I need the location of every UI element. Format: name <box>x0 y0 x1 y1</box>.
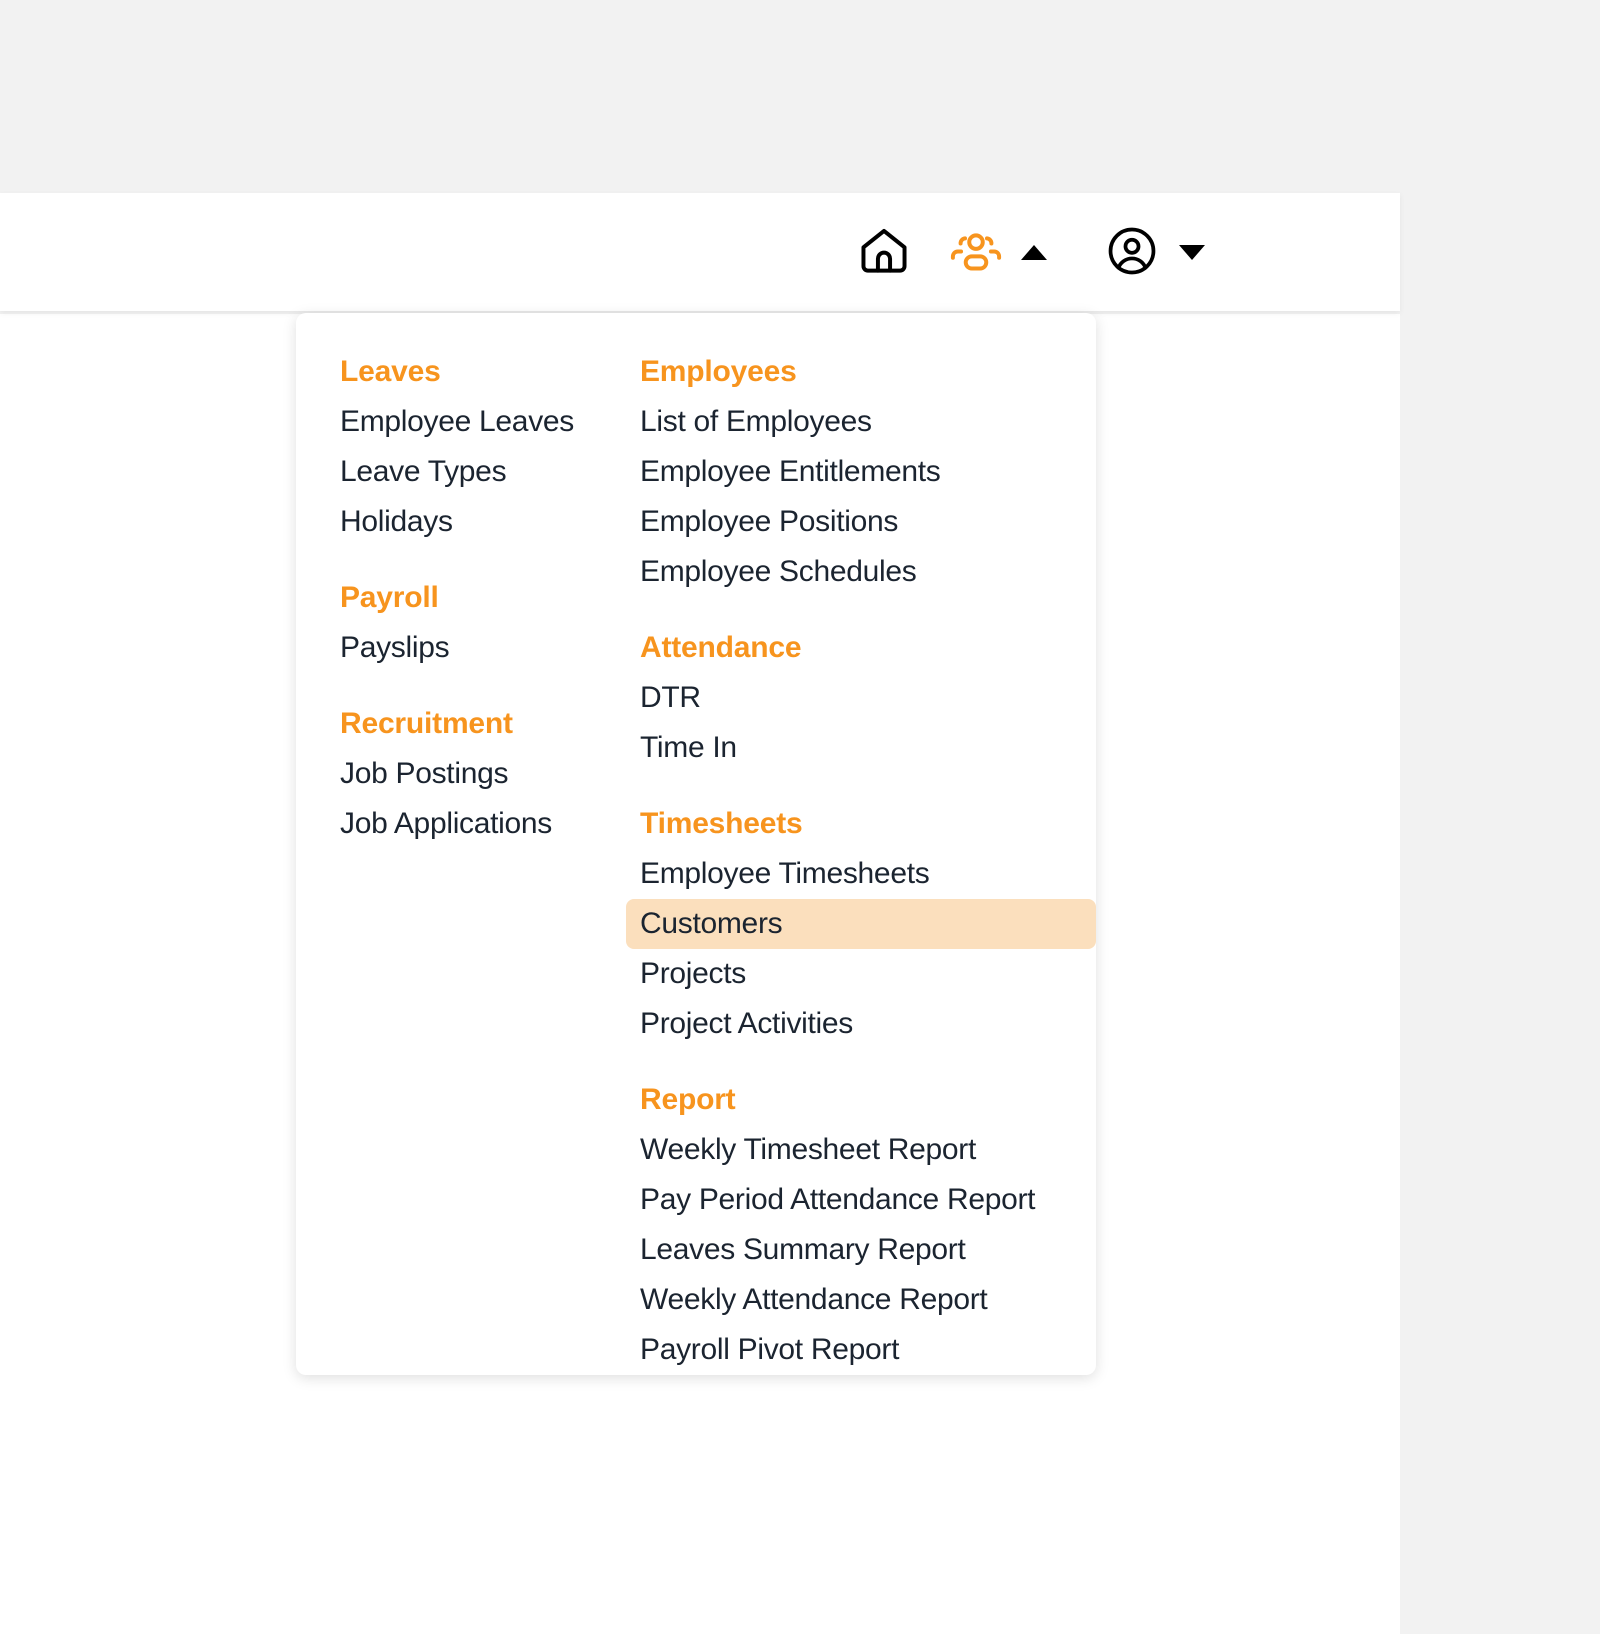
menu-group-timesheets: Timesheets Employee Timesheets Customers Pr… <box>626 803 1096 1049</box>
menu-group-attendance: Attendance DTR Time In <box>640 627 1096 773</box>
account-menu-toggle[interactable] <box>1172 218 1212 286</box>
menu-item-dtr[interactable]: DTR <box>626 673 1096 723</box>
home-button[interactable] <box>850 218 918 286</box>
menu-group-report: Report Weekly Timesheet Report Pay Period … <box>640 1079 1096 1375</box>
menu-group-title: Recruitment <box>340 707 513 740</box>
people-menu-toggle[interactable] <box>1014 218 1054 286</box>
menu-item-employee-entitlements[interactable]: Employee Entitlements <box>626 447 1096 497</box>
menu-item-holidays[interactable]: Holidays <box>326 497 596 547</box>
top-navigation-bar <box>0 193 1400 311</box>
menu-item-employee-leaves[interactable]: Employee Leaves <box>326 397 596 447</box>
menu-item-payslips[interactable]: Payslips <box>326 623 596 673</box>
menu-item-employee-schedules[interactable]: Employee Schedules <box>626 547 1096 597</box>
menu-item-list-of-employees[interactable]: List of Employees <box>626 397 1096 447</box>
menu-item-employee-positions[interactable]: Employee Positions <box>626 497 1096 547</box>
people-icon <box>948 223 1004 282</box>
account-circle-icon <box>1104 223 1160 282</box>
caret-up-icon <box>1021 244 1047 260</box>
menu-item-time-in[interactable]: Time In <box>626 723 1096 773</box>
menu-group-title: Employees <box>640 355 797 388</box>
menu-group-title: Attendance <box>640 631 802 664</box>
hr-mega-menu-panel: Leaves Employee Leaves Leave Types Holidays… <box>296 313 1096 1375</box>
menu-item-weekly-timesheet-report[interactable]: Weekly Timesheet Report <box>626 1125 1096 1175</box>
menu-group-title: Leaves <box>340 355 441 388</box>
topbar-action-group <box>850 193 1212 311</box>
menu-item-leave-types[interactable]: Leave Types <box>326 447 596 497</box>
menu-group-title: Timesheets <box>640 807 803 840</box>
mega-menu-column-right: Employees List of Employees Employee Entit… <box>596 313 1096 1375</box>
menu-item-leaves-summary-report[interactable]: Leaves Summary Report <box>626 1225 1096 1275</box>
menu-item-job-postings[interactable]: Job Postings <box>326 749 596 799</box>
menu-item-job-applications[interactable]: Job Applications <box>326 799 596 849</box>
menu-group-recruitment: Recruitment Job Postings Job Applications <box>340 703 596 849</box>
mega-menu-column-left: Leaves Employee Leaves Leave Types Holidays… <box>296 313 596 1375</box>
menu-item-project-activities[interactable]: Project Activities <box>626 999 1096 1049</box>
menu-group-title: Report <box>640 1083 736 1116</box>
mega-menu-columns: Leaves Employee Leaves Leave Types Holidays… <box>296 313 1096 1375</box>
menu-item-customers[interactable]: Customers <box>626 899 1096 949</box>
people-module-button[interactable] <box>942 218 1010 286</box>
menu-group-payroll: Payroll Payslips <box>340 577 596 673</box>
caret-down-icon <box>1179 244 1205 260</box>
menu-group-leaves: Leaves Employee Leaves Leave Types Holidays <box>340 351 596 547</box>
menu-item-pay-period-attendance-report[interactable]: Pay Period Attendance Report <box>626 1175 1096 1225</box>
home-icon <box>856 223 912 282</box>
menu-group-employees: Employees List of Employees Employee Entit… <box>640 351 1096 597</box>
menu-group-title: Payroll <box>340 581 439 614</box>
menu-item-employee-timesheets[interactable]: Employee Timesheets <box>626 849 1096 899</box>
account-button[interactable] <box>1098 218 1166 286</box>
menu-item-projects[interactable]: Projects <box>626 949 1096 999</box>
menu-item-weekly-attendance-report[interactable]: Weekly Attendance Report <box>626 1275 1096 1325</box>
menu-item-payroll-pivot-report[interactable]: Payroll Pivot Report <box>626 1325 1096 1375</box>
